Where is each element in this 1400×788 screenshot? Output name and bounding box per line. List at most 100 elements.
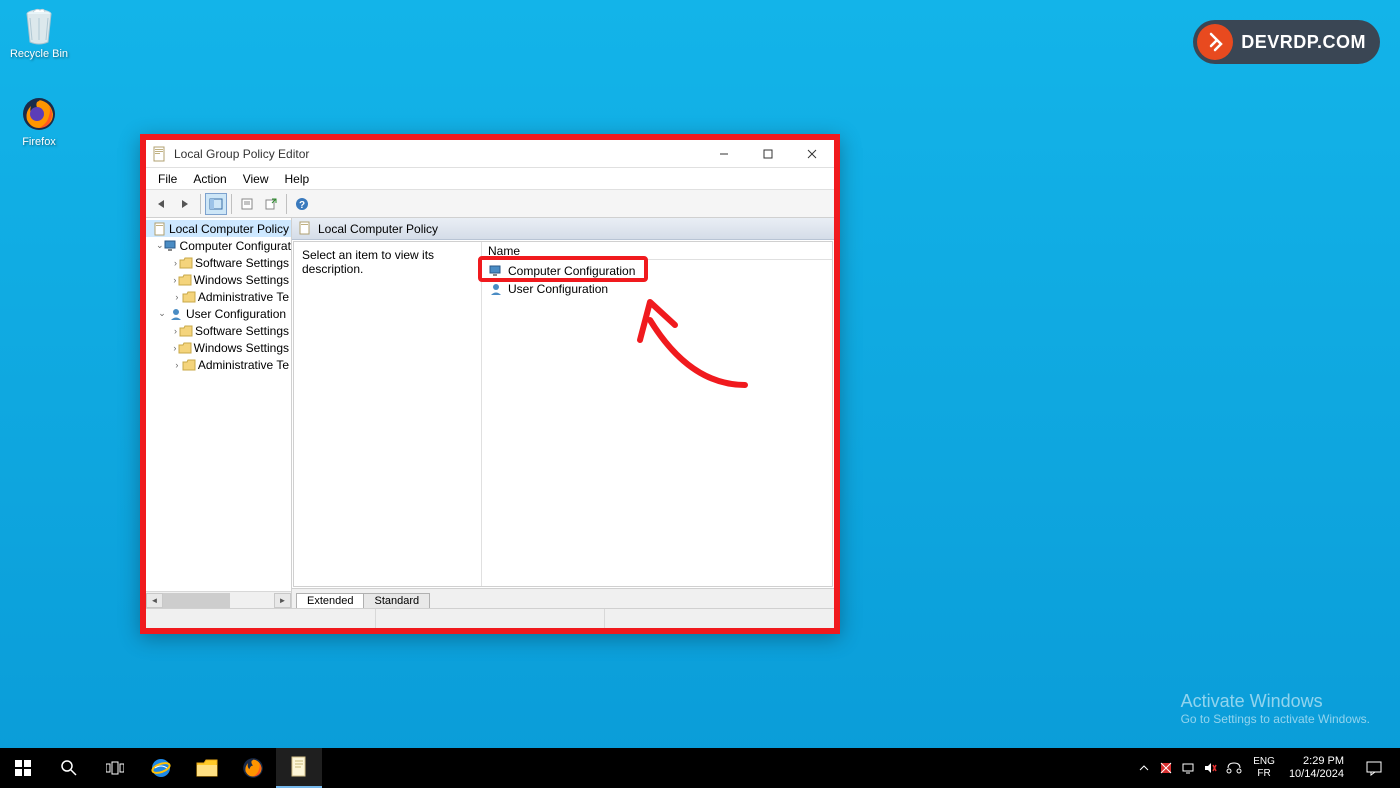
lang-primary: ENG (1253, 756, 1275, 768)
list-item-label: User Configuration (508, 282, 608, 296)
tree-node-software-settings-user[interactable]: › Software Settings (146, 322, 291, 339)
tree-node-software-settings[interactable]: › Software Settings (146, 254, 291, 271)
menubar: File Action View Help (146, 168, 834, 190)
clock-time: 2:29 PM (1303, 755, 1344, 768)
scroll-thumb[interactable] (163, 593, 230, 608)
tree-label: Windows Settings (194, 341, 289, 355)
tree-node-user-configuration[interactable]: ⌄ User Configuration (146, 305, 291, 322)
tab-standard[interactable]: Standard (363, 593, 430, 608)
clock[interactable]: 2:29 PM 10/14/2024 (1281, 755, 1352, 781)
clock-date: 10/14/2024 (1289, 768, 1344, 781)
tree-node-windows-settings[interactable]: › Windows Settings (146, 271, 291, 288)
computer-node-icon (488, 264, 504, 278)
caret-down-icon: ⌄ (156, 308, 168, 319)
action-center-button[interactable] (1352, 748, 1396, 788)
user-node-icon (168, 307, 184, 321)
taskbar-app-file-explorer[interactable] (184, 748, 230, 788)
tray-network-icon[interactable] (1177, 748, 1199, 788)
tree-label: Local Computer Policy (169, 222, 289, 236)
help-button[interactable]: ? (291, 193, 313, 215)
menu-help[interactable]: Help (277, 170, 318, 188)
tree-node-windows-settings-user[interactable]: › Windows Settings (146, 339, 291, 356)
start-button[interactable] (0, 748, 46, 788)
taskbar-app-firefox[interactable] (230, 748, 276, 788)
menu-file[interactable]: File (150, 170, 185, 188)
brand-logo-badge: DEVRDP.COM (1193, 20, 1380, 64)
scroll-left-button[interactable]: ◄ (146, 593, 163, 608)
tree-label: Administrative Te (198, 358, 289, 372)
taskbar: ENG FR 2:29 PM 10/14/2024 (0, 748, 1400, 788)
list-item-computer-configuration[interactable]: Computer Configuration (482, 262, 832, 280)
tree-panel: Local Computer Policy ⌄ Computer Configu… (146, 218, 292, 608)
caret-right-icon: › (172, 258, 179, 268)
user-node-icon (488, 282, 504, 296)
list-item-label: Computer Configuration (508, 264, 635, 278)
taskbar-app-ie[interactable] (138, 748, 184, 788)
show-hide-tree-button[interactable] (205, 193, 227, 215)
tray-chevron-up-icon[interactable] (1133, 748, 1155, 788)
menu-action[interactable]: Action (185, 170, 234, 188)
tree-horizontal-scrollbar[interactable]: ◄ ► (146, 591, 291, 608)
folder-icon (182, 358, 196, 372)
tree-root-local-computer-policy[interactable]: Local Computer Policy (146, 220, 291, 237)
maximize-button[interactable] (746, 140, 790, 168)
taskbar-app-gpedit[interactable] (276, 748, 322, 788)
language-indicator[interactable]: ENG FR (1247, 756, 1281, 780)
tree-label: Software Settings (195, 256, 289, 270)
tree-label: User Configuration (186, 307, 286, 321)
desktop-icon-firefox[interactable]: Firefox (4, 94, 74, 148)
caret-right-icon: › (172, 326, 179, 336)
list-item-user-configuration[interactable]: User Configuration (482, 280, 832, 298)
gpedit-app-icon (152, 146, 168, 162)
scroll-right-button[interactable]: ► (274, 593, 291, 608)
menu-view[interactable]: View (235, 170, 277, 188)
folder-icon (182, 290, 196, 304)
rdp-logo-icon (1197, 24, 1233, 60)
export-list-button[interactable] (260, 193, 282, 215)
properties-button[interactable] (236, 193, 258, 215)
firefox-icon (19, 94, 59, 134)
watermark-subtitle: Go to Settings to activate Windows. (1181, 712, 1370, 726)
desktop-icon-label: Firefox (4, 136, 74, 148)
activation-watermark: Activate Windows Go to Settings to activ… (1181, 691, 1370, 726)
folder-icon (178, 341, 192, 355)
detail-panel: Local Computer Policy Select an item to … (292, 218, 834, 608)
tree-node-computer-configuration[interactable]: ⌄ Computer Configurat (146, 237, 291, 254)
list-column-header-name[interactable]: Name (482, 242, 832, 260)
folder-icon (179, 256, 193, 270)
task-view-button[interactable] (92, 748, 138, 788)
tree-label: Software Settings (195, 324, 289, 338)
tree-node-administrative-templates-user[interactable]: › Administrative Te (146, 356, 291, 373)
watermark-title: Activate Windows (1181, 691, 1370, 712)
gpedit-window: Local Group Policy Editor File Action Vi… (146, 140, 834, 628)
tray-volume-muted-icon[interactable] (1199, 748, 1221, 788)
tree-node-administrative-templates[interactable]: › Administrative Te (146, 288, 291, 305)
tray-power-icon[interactable] (1221, 748, 1247, 788)
window-title: Local Group Policy Editor (174, 147, 702, 161)
back-button[interactable] (150, 193, 172, 215)
detail-header-title: Local Computer Policy (318, 222, 438, 236)
description-hint: Select an item to view its description. (302, 248, 434, 276)
window-titlebar[interactable]: Local Group Policy Editor (146, 140, 834, 168)
folder-icon (178, 273, 192, 287)
gpedit-window-highlight-frame: Local Group Policy Editor File Action Vi… (140, 134, 840, 634)
folder-icon (179, 324, 193, 338)
forward-button[interactable] (174, 193, 196, 215)
tree-label: Administrative Te (198, 290, 289, 304)
statusbar (146, 608, 834, 628)
caret-right-icon: › (172, 292, 182, 302)
detail-header: Local Computer Policy (292, 218, 834, 240)
close-button[interactable] (790, 140, 834, 168)
brand-logo-text: DEVRDP.COM (1241, 32, 1366, 53)
tab-extended[interactable]: Extended (296, 593, 364, 608)
view-tabs: Extended Standard (292, 588, 834, 608)
tree-label: Computer Configurat (180, 239, 291, 253)
search-button[interactable] (46, 748, 92, 788)
toolbar: ? (146, 190, 834, 218)
desktop-icon-recycle-bin[interactable]: Recycle Bin (4, 6, 74, 60)
minimize-button[interactable] (702, 140, 746, 168)
tray-security-icon[interactable] (1155, 748, 1177, 788)
recycle-bin-icon (19, 6, 59, 46)
caret-down-icon: ⌄ (156, 240, 164, 251)
list-column: Name Computer Configuration User Configu… (482, 242, 832, 586)
